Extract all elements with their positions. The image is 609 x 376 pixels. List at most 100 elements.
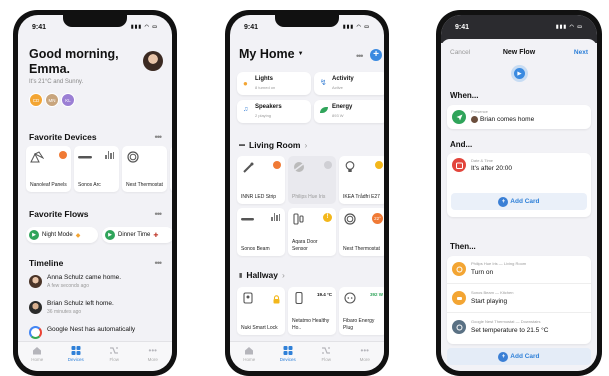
device-tile-nest-thermostat[interactable]: 22° Nest Thermostat	[339, 208, 384, 256]
status-dot	[59, 151, 67, 159]
device-tile-philips-hue-iris[interactable]: Philips Hue Iris	[288, 156, 336, 204]
door-icon	[292, 213, 306, 225]
presence-icon	[452, 110, 466, 124]
sensor-value: 19.4 °C	[316, 292, 332, 297]
test-flow-button[interactable]: ▶	[511, 65, 528, 82]
summary-card-speakers[interactable]: ♫ Speakers 2 playing	[237, 100, 311, 123]
speaker-icon: ♫	[243, 106, 249, 113]
summary-label: Activity	[332, 76, 354, 82]
avatar	[471, 116, 478, 123]
timeline-header: Timeline •••	[18, 258, 172, 268]
tab-label: Home	[243, 357, 256, 362]
devices-screen: 9:41 ▮▮▮ ◠ ▭ My Home ▼ ••• + ● Lights 8 …	[230, 15, 384, 371]
tab-home[interactable]: Home	[22, 346, 52, 371]
add-button[interactable]: +	[370, 49, 382, 61]
device-tile-netatmo[interactable]: 19.4 °C Netatmo Healthy Ho..	[288, 287, 336, 335]
room-title: Hallway	[246, 270, 278, 280]
device-name: Netatmo Healthy Ho..	[292, 318, 330, 331]
flow-chip-night-mode[interactable]: ▶ Night Mode ◆	[26, 227, 98, 243]
more-icon[interactable]: •••	[155, 209, 163, 219]
then-card[interactable]: Philips Hue Iris — Living Room Turn on	[447, 256, 591, 284]
device-tile-ikea-tradfri[interactable]: IKEA Trådfri E27	[339, 156, 384, 204]
more-icon[interactable]: •••	[155, 258, 163, 268]
weather-text: It's 21°C and Sunny.	[29, 79, 84, 85]
more-icon[interactable]: •••	[356, 51, 364, 61]
warning-icon: !	[323, 213, 332, 222]
timeline-item[interactable]: Google Nest has automatically	[29, 325, 164, 339]
status-dot	[273, 161, 281, 169]
timeline-text: Anna Schulz came home.	[47, 274, 121, 281]
card-type: Philips Hue Iris — Living Room	[471, 261, 527, 266]
summary-card-lights[interactable]: ● Lights 8 turned on	[237, 72, 311, 95]
flow-chip-dinner-time[interactable]: ▶ Dinner Time ✚	[102, 227, 172, 243]
device-tile-sonos-arc[interactable]: Sonos Arc	[74, 146, 119, 192]
summary-card-activity[interactable]: ↯ Activity Active	[314, 72, 384, 95]
next-button[interactable]: Next	[574, 49, 588, 56]
device-tile-nuki-lock[interactable]: Nuki Smart Lock	[237, 287, 285, 335]
device-tile-sonos-beam[interactable]: Sonos Beam	[237, 208, 285, 256]
and-card[interactable]: Date & Time It's after 20:00	[447, 153, 591, 179]
timeline-time: A few seconds ago	[47, 283, 89, 289]
device-name: Nest Thermostat	[126, 181, 163, 188]
tab-label: More	[359, 357, 370, 362]
tab-more[interactable]: ••• More	[138, 346, 168, 371]
tab-flow[interactable]: Flow	[311, 346, 341, 371]
more-icon: •••	[360, 346, 369, 355]
user-avatar[interactable]: CD	[29, 93, 43, 107]
flow-name: Night Mode	[42, 232, 73, 238]
section-title: Favorite Devices	[29, 132, 97, 142]
then-card[interactable]: Sonos Beam — Kitchen Start playing	[447, 285, 591, 313]
user-avatar-row: CD MN KL	[29, 93, 75, 107]
user-avatar[interactable]: KL	[61, 93, 75, 107]
phone-notch	[63, 15, 127, 27]
tab-bar: Home Devices Flow ••• More	[230, 341, 384, 371]
and-card-group: Date & Time It's after 20:00 + Add Card	[447, 153, 591, 217]
add-card-button[interactable]: + Add Card	[451, 193, 587, 210]
status-time: 9:41	[32, 23, 47, 31]
volume-bars-icon	[105, 151, 114, 159]
tab-home[interactable]: Home	[234, 346, 264, 371]
device-tile-partial[interactable]	[170, 146, 172, 192]
when-card[interactable]: Presence Brian comes home	[447, 105, 591, 129]
timeline-text: Google Nest has automatically	[47, 326, 135, 333]
avatar	[29, 301, 42, 314]
tab-devices[interactable]: Devices	[61, 346, 91, 371]
card-text: It's after 20:00	[471, 165, 512, 172]
bulb-icon	[343, 161, 357, 173]
phone-notch	[275, 15, 339, 27]
card-text-value: Brian comes home	[480, 116, 535, 123]
tab-label: Devices	[279, 357, 296, 362]
device-tile-nest-thermostat[interactable]: Nest Thermostat	[122, 146, 167, 192]
greeting: Good morning, Emma.	[29, 47, 119, 76]
timeline-item[interactable]: Anna Schulz came home. A few seconds ago	[29, 273, 164, 295]
when-title: When...	[450, 91, 479, 100]
play-icon: ▶	[105, 230, 115, 240]
device-tile-nanoleaf[interactable]: Nanoleaf Panels	[26, 146, 71, 192]
speaker-icon	[452, 291, 466, 305]
devices-grid-icon	[71, 346, 81, 355]
summary-card-energy[interactable]: Energy 893 W	[314, 100, 384, 123]
tab-more[interactable]: ••• More	[350, 346, 380, 371]
hallway-icon: ▮	[239, 272, 243, 279]
tab-label: More	[147, 357, 158, 362]
room-header-hallway[interactable]: ▮ Hallway ›	[239, 270, 285, 280]
device-tile-aqara-door-sensor[interactable]: ! Aqara Door Sensor	[288, 208, 336, 256]
hue-iris-icon	[292, 161, 306, 173]
timeline-item[interactable]: Brian Schulz left home. 36 minutes ago	[29, 299, 164, 321]
card-text: Brian comes home	[471, 116, 534, 123]
user-avatar[interactable]: MN	[45, 93, 59, 107]
device-name: IKEA Trådfri E27	[343, 193, 380, 200]
home-selector[interactable]: My Home ▼	[239, 47, 304, 61]
tab-flow[interactable]: Flow	[99, 346, 129, 371]
tab-devices[interactable]: Devices	[273, 346, 303, 371]
flow-icon	[109, 346, 119, 355]
device-tile-fibaro-plug[interactable]: 392 W Fibaro Energy Plug	[339, 287, 384, 335]
more-icon[interactable]: •••	[155, 132, 163, 142]
timeline-action: came home.	[85, 274, 122, 281]
profile-avatar[interactable]	[143, 51, 163, 71]
room-header-living-room[interactable]: ▬ Living Room ›	[239, 140, 307, 150]
add-card-button[interactable]: + Add Card	[447, 348, 591, 365]
status-time: 9:41	[455, 23, 470, 31]
device-tile-innr-led-strip[interactable]: INNR LED Strip	[237, 156, 285, 204]
then-card[interactable]: Google Nest Thermostat — Downstairs Set …	[447, 314, 591, 342]
